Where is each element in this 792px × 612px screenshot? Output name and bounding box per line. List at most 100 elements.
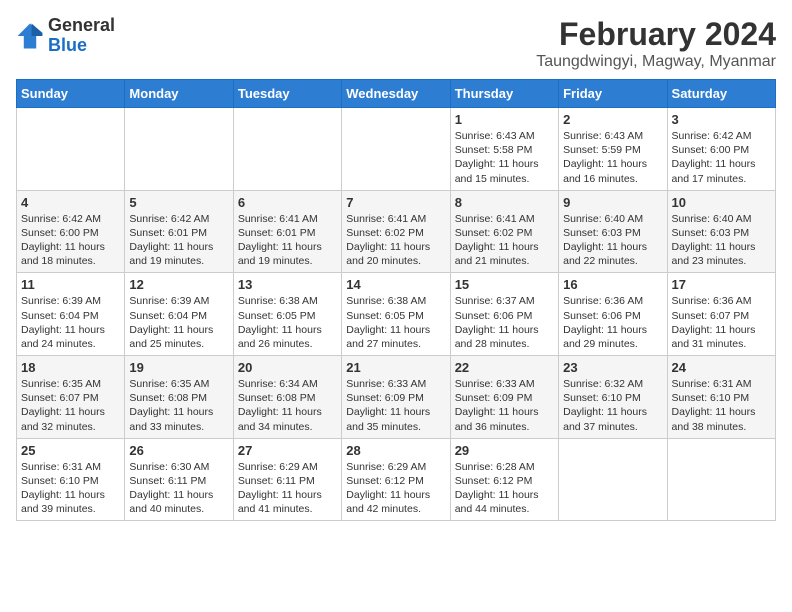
day-info: Sunrise: 6:32 AM Sunset: 6:10 PM Dayligh… — [563, 377, 662, 434]
calendar-day-cell: 15 Sunrise: 6:37 AM Sunset: 6:06 PM Dayli… — [450, 273, 558, 356]
weekday-header-row: SundayMondayTuesdayWednesdayThursdayFrid… — [17, 80, 776, 108]
calendar-day-cell: 12Sunrise: 6:39 AM Sunset: 6:04 PM Dayli… — [125, 273, 233, 356]
day-number: 15 — [455, 277, 554, 292]
day-number: 29 — [455, 443, 554, 458]
calendar-day-cell: 20Sunrise: 6:34 AM Sunset: 6:08 PM Dayli… — [233, 356, 341, 439]
calendar-day-cell: 4 Sunrise: 6:42 AM Sunset: 6:00 PM Daylig… — [17, 190, 125, 273]
day-number: 11 — [21, 277, 120, 292]
day-info: Sunrise: 6:31 AM Sunset: 6:10 PM Dayligh… — [21, 460, 120, 517]
day-number: 22 — [455, 360, 554, 375]
calendar-day-cell — [667, 438, 775, 521]
day-number: 5 — [129, 195, 228, 210]
calendar-day-cell: 27 Sunrise: 6:29 AM Sunset: 6:11 PM Dayli… — [233, 438, 341, 521]
title-area: February 2024 Taungdwingyi, Magway, Myan… — [536, 16, 776, 71]
calendar-day-cell: 23 Sunrise: 6:32 AM Sunset: 6:10 PM Dayli… — [559, 356, 667, 439]
day-info: Sunrise: 6:40 AM Sunset: 6:03 PM Dayligh… — [672, 212, 771, 269]
day-info: Sunrise: 6:36 AM Sunset: 6:06 PM Dayligh… — [563, 294, 662, 351]
day-number: 17 — [672, 277, 771, 292]
calendar-day-cell: 2 Sunrise: 6:43 AM Sunset: 5:59 PM Daylig… — [559, 108, 667, 191]
day-number: 8 — [455, 195, 554, 210]
calendar-day-cell: 24Sunrise: 6:31 AM Sunset: 6:10 PM Dayli… — [667, 356, 775, 439]
day-number: 2 — [563, 112, 662, 127]
day-info: Sunrise: 6:30 AM Sunset: 6:11 PM Dayligh… — [129, 460, 228, 517]
day-number: 20 — [238, 360, 337, 375]
calendar-day-cell — [17, 108, 125, 191]
day-number: 18 — [21, 360, 120, 375]
weekday-header-cell: Sunday — [17, 80, 125, 108]
day-info: Sunrise: 6:42 AM Sunset: 6:00 PM Dayligh… — [672, 129, 771, 186]
calendar-day-cell: 29 Sunrise: 6:28 AM Sunset: 6:12 PM Dayli… — [450, 438, 558, 521]
calendar-week-row: 18 Sunrise: 6:35 AM Sunset: 6:07 PM Dayli… — [17, 356, 776, 439]
day-number: 7 — [346, 195, 445, 210]
weekday-header-cell: Tuesday — [233, 80, 341, 108]
location-title: Taungdwingyi, Magway, Myanmar — [536, 53, 776, 71]
day-info: Sunrise: 6:41 AM Sunset: 6:02 PM Dayligh… — [455, 212, 554, 269]
day-number: 19 — [129, 360, 228, 375]
day-number: 27 — [238, 443, 337, 458]
day-info: Sunrise: 6:40 AM Sunset: 6:03 PM Dayligh… — [563, 212, 662, 269]
day-info: Sunrise: 6:37 AM Sunset: 6:06 PM Dayligh… — [455, 294, 554, 351]
calendar-table: SundayMondayTuesdayWednesdayThursdayFrid… — [16, 79, 776, 521]
day-number: 10 — [672, 195, 771, 210]
day-number: 21 — [346, 360, 445, 375]
day-number: 14 — [346, 277, 445, 292]
logo-text: General Blue — [48, 16, 115, 56]
day-number: 23 — [563, 360, 662, 375]
calendar-week-row: 4 Sunrise: 6:42 AM Sunset: 6:00 PM Daylig… — [17, 190, 776, 273]
day-info: Sunrise: 6:28 AM Sunset: 6:12 PM Dayligh… — [455, 460, 554, 517]
day-number: 3 — [672, 112, 771, 127]
day-number: 12 — [129, 277, 228, 292]
calendar-day-cell — [233, 108, 341, 191]
calendar-day-cell — [342, 108, 450, 191]
day-number: 13 — [238, 277, 337, 292]
calendar-day-cell: 18 Sunrise: 6:35 AM Sunset: 6:07 PM Dayli… — [17, 356, 125, 439]
weekday-header-cell: Wednesday — [342, 80, 450, 108]
calendar-day-cell: 28 Sunrise: 6:29 AM Sunset: 6:12 PM Dayli… — [342, 438, 450, 521]
day-info: Sunrise: 6:35 AM Sunset: 6:07 PM Dayligh… — [21, 377, 120, 434]
day-info: Sunrise: 6:38 AM Sunset: 6:05 PM Dayligh… — [346, 294, 445, 351]
day-info: Sunrise: 6:39 AM Sunset: 6:04 PM Dayligh… — [21, 294, 120, 351]
weekday-header-cell: Thursday — [450, 80, 558, 108]
weekday-header-cell: Monday — [125, 80, 233, 108]
calendar-day-cell: 17 Sunrise: 6:36 AM Sunset: 6:07 PM Dayli… — [667, 273, 775, 356]
day-number: 9 — [563, 195, 662, 210]
day-info: Sunrise: 6:33 AM Sunset: 6:09 PM Dayligh… — [455, 377, 554, 434]
calendar-day-cell: 26Sunrise: 6:30 AM Sunset: 6:11 PM Dayli… — [125, 438, 233, 521]
day-info: Sunrise: 6:42 AM Sunset: 6:00 PM Dayligh… — [21, 212, 120, 269]
day-number: 1 — [455, 112, 554, 127]
calendar-day-cell: 10 Sunrise: 6:40 AM Sunset: 6:03 PM Dayli… — [667, 190, 775, 273]
weekday-header-cell: Saturday — [667, 80, 775, 108]
month-title: February 2024 — [536, 16, 776, 53]
calendar-day-cell: 25 Sunrise: 6:31 AM Sunset: 6:10 PM Dayli… — [17, 438, 125, 521]
day-info: Sunrise: 6:42 AM Sunset: 6:01 PM Dayligh… — [129, 212, 228, 269]
day-number: 25 — [21, 443, 120, 458]
logo-icon — [16, 22, 44, 50]
day-info: Sunrise: 6:38 AM Sunset: 6:05 PM Dayligh… — [238, 294, 337, 351]
calendar-day-cell: 14 Sunrise: 6:38 AM Sunset: 6:05 PM Dayli… — [342, 273, 450, 356]
calendar-day-cell: 21 Sunrise: 6:33 AM Sunset: 6:09 PM Dayli… — [342, 356, 450, 439]
page-header: General Blue February 2024 Taungdwingyi,… — [16, 16, 776, 71]
calendar-week-row: 11 Sunrise: 6:39 AM Sunset: 6:04 PM Dayli… — [17, 273, 776, 356]
calendar-day-cell — [125, 108, 233, 191]
day-info: Sunrise: 6:35 AM Sunset: 6:08 PM Dayligh… — [129, 377, 228, 434]
calendar-day-cell: 9 Sunrise: 6:40 AM Sunset: 6:03 PM Daylig… — [559, 190, 667, 273]
day-info: Sunrise: 6:41 AM Sunset: 6:02 PM Dayligh… — [346, 212, 445, 269]
calendar-day-cell: 7 Sunrise: 6:41 AM Sunset: 6:02 PM Daylig… — [342, 190, 450, 273]
day-info: Sunrise: 6:33 AM Sunset: 6:09 PM Dayligh… — [346, 377, 445, 434]
calendar-day-cell: 19 Sunrise: 6:35 AM Sunset: 6:08 PM Dayli… — [125, 356, 233, 439]
day-info: Sunrise: 6:31 AM Sunset: 6:10 PM Dayligh… — [672, 377, 771, 434]
day-number: 16 — [563, 277, 662, 292]
calendar-day-cell: 1 Sunrise: 6:43 AM Sunset: 5:58 PM Daylig… — [450, 108, 558, 191]
day-number: 4 — [21, 195, 120, 210]
weekday-header-cell: Friday — [559, 80, 667, 108]
day-info: Sunrise: 6:29 AM Sunset: 6:12 PM Dayligh… — [346, 460, 445, 517]
calendar-day-cell: 5 Sunrise: 6:42 AM Sunset: 6:01 PM Daylig… — [125, 190, 233, 273]
day-number: 28 — [346, 443, 445, 458]
day-info: Sunrise: 6:43 AM Sunset: 5:58 PM Dayligh… — [455, 129, 554, 186]
day-info: Sunrise: 6:29 AM Sunset: 6:11 PM Dayligh… — [238, 460, 337, 517]
day-info: Sunrise: 6:43 AM Sunset: 5:59 PM Dayligh… — [563, 129, 662, 186]
calendar-day-cell: 13 Sunrise: 6:38 AM Sunset: 6:05 PM Dayli… — [233, 273, 341, 356]
day-info: Sunrise: 6:41 AM Sunset: 6:01 PM Dayligh… — [238, 212, 337, 269]
day-info: Sunrise: 6:36 AM Sunset: 6:07 PM Dayligh… — [672, 294, 771, 351]
calendar-week-row: 25 Sunrise: 6:31 AM Sunset: 6:10 PM Dayli… — [17, 438, 776, 521]
